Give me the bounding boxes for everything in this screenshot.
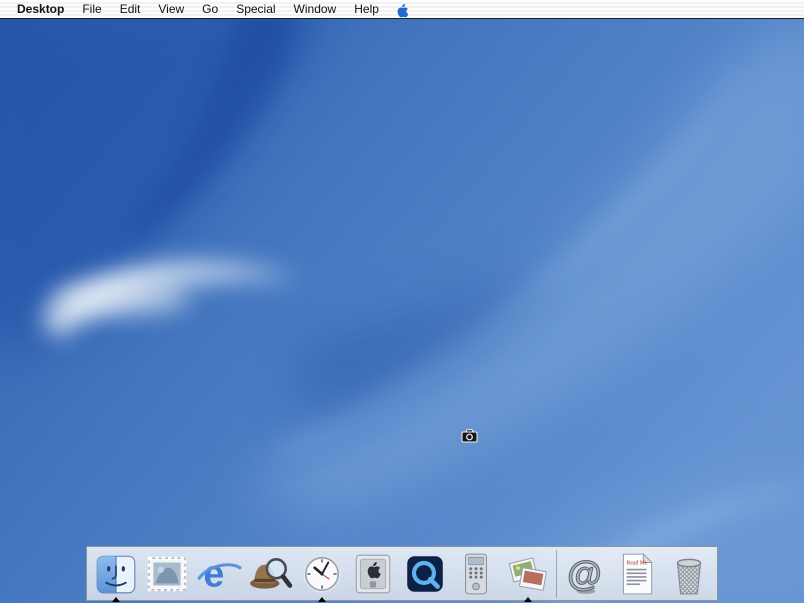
menu-file[interactable]: File bbox=[73, 0, 110, 18]
dock-item-clock[interactable] bbox=[299, 551, 345, 597]
finder-icon bbox=[96, 555, 135, 593]
internet-explorer-icon: e bbox=[197, 552, 241, 594]
system-preferences-icon bbox=[355, 554, 391, 593]
menu-special[interactable]: Special bbox=[227, 0, 284, 18]
dock-item-music-player[interactable] bbox=[453, 551, 499, 597]
mail-stamp-icon bbox=[147, 556, 187, 591]
dock-item-trash[interactable] bbox=[666, 551, 712, 597]
dock-item-photos[interactable] bbox=[505, 551, 551, 597]
dock-item-read-me[interactable]: Read Me bbox=[614, 551, 660, 597]
at-sign-icon: @ bbox=[566, 552, 602, 593]
screen: Desktop File Edit View Go Special Window… bbox=[0, 0, 804, 603]
music-player-icon bbox=[465, 553, 487, 594]
dock-item-sherlock[interactable] bbox=[247, 551, 293, 597]
svg-text:@: @ bbox=[567, 553, 602, 593]
dock: e @ Read Me bbox=[86, 546, 718, 601]
quicktime-icon bbox=[406, 555, 443, 592]
menu-edit[interactable]: Edit bbox=[111, 0, 150, 18]
photos-icon bbox=[508, 556, 547, 591]
dock-item-quicktime-player[interactable] bbox=[402, 551, 448, 597]
apple-logo-icon[interactable] bbox=[395, 1, 409, 18]
svg-text:e: e bbox=[203, 552, 224, 594]
desktop-wallpaper[interactable]: e @ Read Me bbox=[0, 19, 804, 603]
dock-item-system-preferences[interactable] bbox=[350, 551, 396, 597]
clock-icon bbox=[302, 554, 341, 593]
dock-divider bbox=[556, 549, 557, 598]
camera-cursor-icon bbox=[461, 429, 478, 443]
trash-icon bbox=[676, 558, 701, 594]
menu-bar: Desktop File Edit View Go Special Window… bbox=[0, 0, 804, 19]
read-me-label: Read Me bbox=[627, 560, 648, 566]
read-me-document-icon: Read Me bbox=[622, 552, 653, 594]
sherlock-icon bbox=[250, 557, 293, 589]
menu-view[interactable]: View bbox=[149, 0, 193, 18]
menu-desktop[interactable]: Desktop bbox=[8, 0, 73, 18]
dock-item-at-sign[interactable]: @ bbox=[563, 551, 609, 597]
menu-help[interactable]: Help bbox=[345, 0, 388, 18]
menu-go[interactable]: Go bbox=[193, 0, 227, 18]
dock-item-mail[interactable] bbox=[144, 551, 190, 597]
aqua-wallpaper-art bbox=[0, 19, 804, 603]
menu-window[interactable]: Window bbox=[285, 0, 346, 18]
dock-item-finder[interactable] bbox=[93, 551, 139, 597]
dock-item-internet-explorer[interactable]: e bbox=[196, 551, 242, 597]
